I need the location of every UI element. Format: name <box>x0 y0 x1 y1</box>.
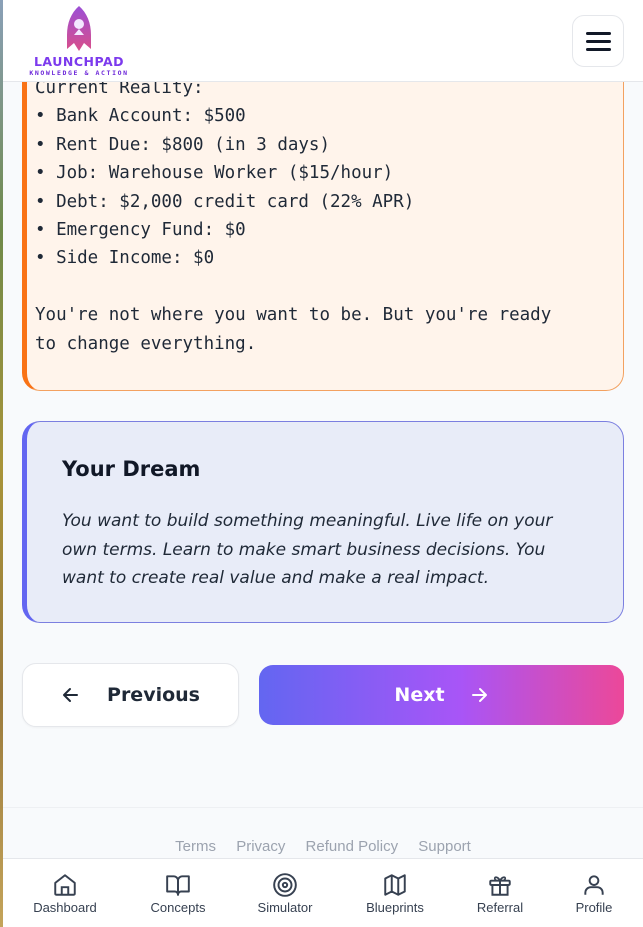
nav-label-blueprints: Blueprints <box>366 900 424 915</box>
target-icon <box>273 873 297 897</box>
dream-text: You want to build something meaningful. … <box>62 511 553 588</box>
home-icon <box>54 874 76 896</box>
hamburger-menu-icon <box>586 32 611 35</box>
nav-label-profile: Profile <box>575 900 613 915</box>
next-button[interactable]: Next <box>259 665 624 725</box>
logo-subtitle: KNOWLEDGE & ACTION <box>29 69 129 77</box>
nav-item-blueprints[interactable]: Blueprints <box>340 859 450 927</box>
hamburger-line <box>586 48 611 51</box>
nav-item-concepts[interactable]: Concepts <box>123 859 233 927</box>
gift-icon <box>489 876 511 896</box>
footer-link-privacy[interactable]: Privacy <box>236 838 285 855</box>
nav-item-dashboard[interactable]: Dashboard <box>10 859 120 927</box>
footer-link-support[interactable]: Support <box>418 838 471 855</box>
book-icon <box>166 875 190 896</box>
current-reality-text: Current Reality: • Bank Account: $500 • … <box>35 78 552 354</box>
footer-links: Terms Privacy Refund Policy Support <box>3 838 643 855</box>
footer-divider <box>3 807 643 808</box>
nav-item-profile[interactable]: Profile <box>539 859 643 927</box>
previous-button[interactable]: Previous <box>22 663 239 727</box>
background-photo-edge <box>0 0 3 927</box>
logo-title: LAUNCHPAD <box>33 54 125 69</box>
nav-label-dashboard: Dashboard <box>33 900 97 915</box>
user-icon <box>584 875 604 895</box>
map-icon <box>384 874 406 896</box>
footer-link-refund-policy[interactable]: Refund Policy <box>306 838 399 855</box>
footer-link-terms[interactable]: Terms <box>175 838 216 855</box>
nav-label-simulator: Simulator <box>257 900 313 915</box>
arrow-right-icon <box>471 688 487 702</box>
bottom-navigation: Dashboard Concepts Simulator Blueprints … <box>3 858 643 927</box>
your-dream-card: Your Dream You want to build something m… <box>22 421 624 623</box>
nav-label-concepts: Concepts <box>150 900 206 915</box>
next-label: Next <box>394 684 445 706</box>
launchpad-logo[interactable]: LAUNCHPAD KNOWLEDGE & ACTION <box>23 5 135 77</box>
rocket-logo-icon <box>67 6 91 51</box>
app-header: LAUNCHPAD KNOWLEDGE & ACTION <box>3 0 643 82</box>
hamburger-line <box>586 40 611 43</box>
dream-title: Your Dream <box>62 457 201 481</box>
nav-item-simulator[interactable]: Simulator <box>230 859 340 927</box>
hamburger-menu-button[interactable] <box>572 15 624 67</box>
arrow-left-icon <box>63 688 79 702</box>
previous-label: Previous <box>107 684 200 706</box>
